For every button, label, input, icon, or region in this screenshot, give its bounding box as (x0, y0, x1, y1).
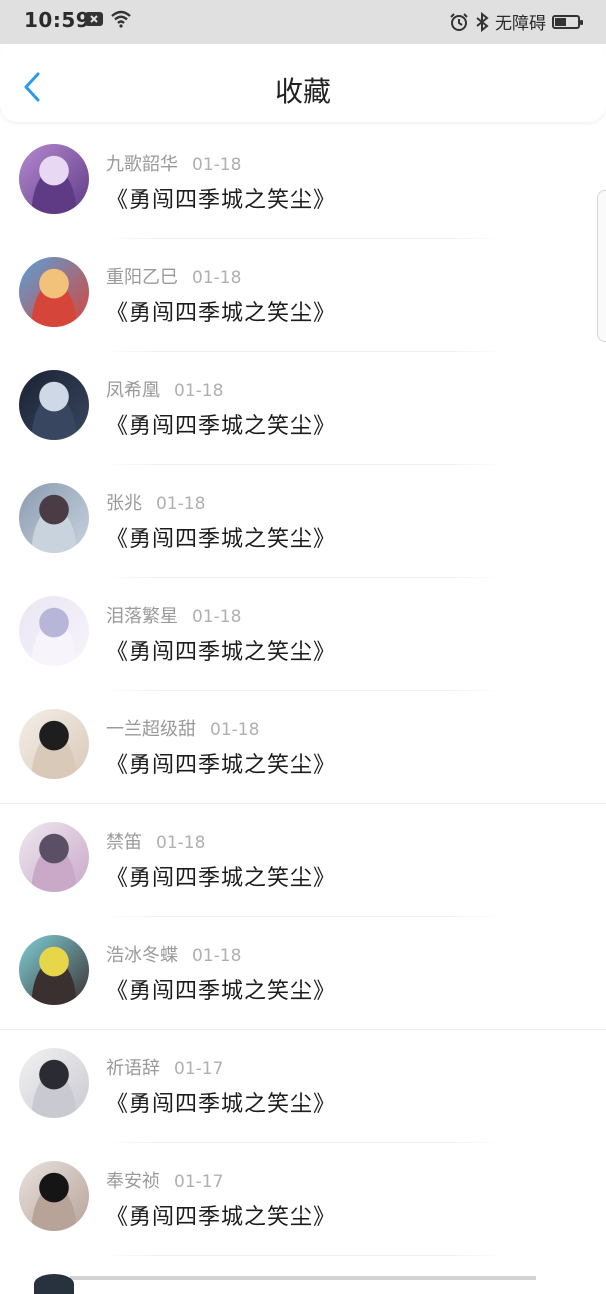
list-item[interactable]: 一兰超级甜 01-18 《勇闯四季城之笑尘》 (0, 691, 606, 804)
user-name: 重阳乙巳 (106, 267, 178, 288)
date-label: 01-18 (192, 946, 242, 966)
date-label: 01-18 (192, 155, 242, 175)
work-title[interactable]: 《勇闯四季城之笑尘》 (106, 747, 336, 779)
work-title[interactable]: 《勇闯四季城之笑尘》 (106, 295, 336, 327)
avatar[interactable] (19, 709, 89, 779)
list-item[interactable]: 泪落繁星 01-18 《勇闯四季城之笑尘》 (0, 578, 606, 691)
favorites-list: 九歌韶华 01-18 《勇闯四季城之笑尘》 重阳乙巳 01-18 《勇闯四季城之笑尘… (0, 126, 606, 1256)
date-label: 01-18 (174, 381, 224, 401)
partial-next-item (70, 1276, 536, 1280)
date-label: 01-18 (210, 720, 260, 740)
avatar[interactable] (19, 144, 89, 214)
alarm-icon (450, 12, 468, 31)
date-label: 01-17 (174, 1172, 224, 1192)
list-item[interactable]: 祈语辞 01-17 《勇闯四季城之笑尘》 (0, 1030, 606, 1143)
page-title: 收藏 (274, 75, 331, 108)
work-title[interactable]: 《勇闯四季城之笑尘》 (106, 1199, 336, 1231)
work-title[interactable]: 《勇闯四季城之笑尘》 (106, 1086, 336, 1118)
work-title[interactable]: 《勇闯四季城之笑尘》 (106, 860, 336, 892)
status-time: 10:59 (24, 8, 91, 32)
work-title[interactable]: 《勇闯四季城之笑尘》 (106, 634, 336, 666)
user-name: 凤希凰 (106, 380, 160, 401)
list-item[interactable]: 重阳乙巳 01-18 《勇闯四季城之笑尘》 (0, 239, 606, 352)
date-label: 01-18 (192, 268, 242, 288)
user-name: 张兆 (106, 493, 142, 514)
date-label: 01-17 (174, 1059, 224, 1079)
user-name: 九歌韶华 (106, 154, 178, 175)
avatar[interactable] (19, 370, 89, 440)
user-name: 禁笛 (106, 832, 142, 853)
status-bar: 10:59 无障碍 (0, 0, 606, 44)
accessibility-label: 无障碍 (495, 14, 546, 34)
list-item[interactable]: 浩冰冬蝶 01-18 《勇闯四季城之笑尘》 (0, 917, 606, 1030)
battery-icon (552, 14, 583, 29)
bluetooth-icon (476, 11, 489, 32)
avatar[interactable] (19, 822, 89, 892)
date-label: 01-18 (156, 833, 206, 853)
list-item[interactable]: 张兆 01-18 《勇闯四季城之笑尘》 (0, 465, 606, 578)
notification-x-icon (85, 12, 103, 26)
divider (100, 1255, 506, 1256)
scrollbar[interactable] (597, 190, 606, 342)
date-label: 01-18 (192, 607, 242, 627)
wifi-icon (111, 10, 131, 28)
user-name: 一兰超级甜 (106, 719, 196, 740)
list-item[interactable]: 奉安祯 01-17 《勇闯四季城之笑尘》 (0, 1143, 606, 1256)
avatar[interactable] (19, 596, 89, 666)
list-item[interactable]: 九歌韶华 01-18 《勇闯四季城之笑尘》 (0, 126, 606, 239)
avatar[interactable] (19, 483, 89, 553)
avatar[interactable] (19, 935, 89, 1005)
header: 收藏 (0, 46, 606, 122)
avatar[interactable] (19, 1161, 89, 1231)
work-title[interactable]: 《勇闯四季城之笑尘》 (106, 408, 336, 440)
work-title[interactable]: 《勇闯四季城之笑尘》 (106, 182, 336, 214)
status-right: 无障碍 (449, 9, 583, 34)
avatar[interactable] (19, 1048, 89, 1118)
list-item[interactable]: 凤希凰 01-18 《勇闯四季城之笑尘》 (0, 352, 606, 465)
status-left-icons (84, 10, 132, 28)
user-name: 祈语辞 (106, 1058, 160, 1079)
user-name: 泪落繁星 (106, 606, 178, 627)
user-name: 奉安祯 (106, 1171, 160, 1192)
date-label: 01-18 (156, 494, 206, 514)
user-name: 浩冰冬蝶 (106, 945, 178, 966)
list-item[interactable]: 禁笛 01-18 《勇闯四季城之笑尘》 (0, 804, 606, 917)
work-title[interactable]: 《勇闯四季城之笑尘》 (106, 973, 336, 1005)
avatar[interactable] (19, 257, 89, 327)
avatar (34, 1274, 74, 1294)
work-title[interactable]: 《勇闯四季城之笑尘》 (106, 521, 336, 553)
